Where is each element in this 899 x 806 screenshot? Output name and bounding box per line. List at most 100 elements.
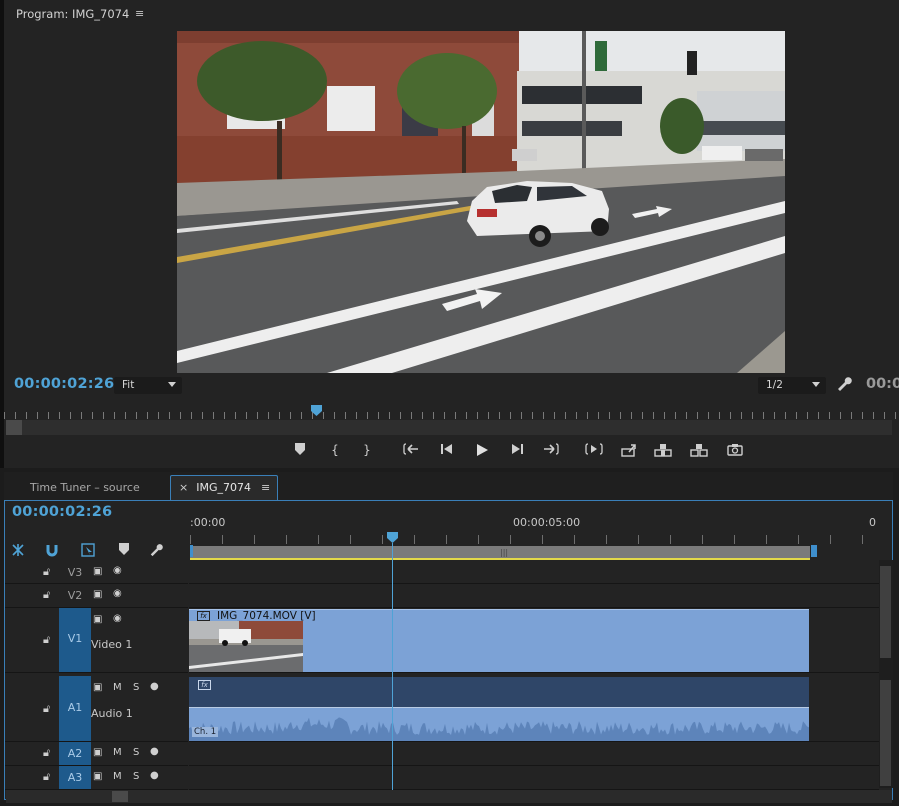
wrench-icon[interactable] — [836, 376, 852, 392]
eye-icon[interactable]: ◉ — [113, 588, 122, 599]
track-id-v2[interactable]: V2 — [59, 584, 91, 607]
close-icon[interactable]: × — [179, 481, 188, 494]
audio-channel-label: Ch. 1 — [192, 727, 219, 737]
lock-icon[interactable]: 🔓︎ — [43, 770, 50, 784]
sequence-playhead-line[interactable] — [392, 543, 393, 793]
work-area-end-handle[interactable] — [811, 545, 817, 557]
eye-icon[interactable]: ◉ — [113, 613, 122, 624]
solo-button[interactable]: S — [133, 771, 139, 782]
add-marker-button-timeline[interactable] — [116, 543, 132, 559]
track-name-v1: Video 1 — [91, 638, 133, 651]
extract-button[interactable] — [653, 440, 673, 460]
add-marker-button[interactable] — [290, 440, 310, 460]
sync-lock-icon[interactable]: ▣ — [93, 747, 102, 758]
sync-lock-icon[interactable]: ▣ — [93, 771, 102, 782]
track-id-a3[interactable]: A3 — [59, 766, 91, 789]
playback-resolution-select[interactable]: 1/2 — [758, 377, 826, 394]
program-time-ruler[interactable] — [4, 412, 896, 419]
microphone-icon[interactable]: ● — [150, 746, 159, 757]
solo-button[interactable]: S — [133, 747, 139, 758]
eye-icon[interactable]: ◉ — [113, 565, 122, 576]
go-to-in-button[interactable] — [401, 440, 421, 460]
track-lane-a2[interactable] — [189, 742, 879, 766]
timeline-horizontal-scroll-thumb[interactable] — [112, 791, 128, 802]
sequence-playhead-timecode[interactable]: 00:00:02:26 — [12, 504, 112, 520]
go-to-out-button[interactable] — [541, 440, 561, 460]
camera-icon — [727, 444, 743, 456]
tab-img-7074[interactable]: × IMG_7074 ≡ — [170, 475, 278, 501]
lock-icon[interactable]: 🔓︎ — [43, 565, 50, 579]
go-to-out-icon — [544, 443, 559, 455]
sync-lock-icon[interactable]: ▣ — [93, 614, 102, 625]
chevron-down-icon — [812, 382, 820, 387]
tab-menu-icon[interactable]: ≡ — [261, 481, 270, 494]
fx-badge[interactable]: fx — [197, 611, 210, 621]
program-zoom-scrollbar[interactable] — [6, 420, 892, 435]
program-panel-menu-icon[interactable]: ≡ — [135, 7, 144, 20]
track-header-a1: 🔓︎ A1 ▣ M S ● Audio 1 — [5, 676, 188, 742]
tab-time-tuner-source[interactable]: Time Tuner – source — [20, 475, 170, 501]
video-tracks-scroll-thumb[interactable] — [880, 566, 891, 658]
mark-in-button[interactable]: { — [325, 440, 345, 460]
video-clip-thumbnail — [189, 621, 303, 672]
track-lane-v2[interactable] — [189, 584, 879, 608]
mark-out-button[interactable]: } — [357, 440, 377, 460]
play-in-to-out-button[interactable] — [584, 440, 604, 460]
track-lane-v3[interactable] — [189, 561, 879, 584]
video-clip-img-7074[interactable]: fx IMG_7074.MOV [V] — [189, 609, 809, 672]
microphone-icon[interactable]: ● — [150, 681, 159, 692]
lift-button[interactable] — [619, 440, 639, 460]
mute-button[interactable]: M — [113, 747, 122, 758]
ruler-label-start: :00:00 — [190, 516, 226, 529]
work-area-grip[interactable]: ||| — [500, 548, 508, 557]
insert-button[interactable] — [689, 440, 709, 460]
sequence-playhead-handle[interactable] — [387, 532, 398, 543]
program-zoom-scrollbar-thumb[interactable] — [6, 420, 22, 435]
mute-button[interactable]: M — [113, 771, 122, 782]
track-lane-a3[interactable] — [189, 766, 879, 790]
program-playhead-timecode[interactable]: 00:00:02:26 — [14, 376, 114, 392]
timeline-toolbar — [10, 543, 180, 559]
track-id-a1[interactable]: A1 — [59, 676, 91, 741]
step-back-button[interactable] — [437, 440, 457, 460]
nest-sequence-toggle[interactable] — [10, 543, 26, 559]
track-row-v2: 🔓︎ V2 ▣ ◉ — [5, 584, 879, 608]
track-id-a2[interactable]: A2 — [59, 742, 91, 765]
zoom-level-select[interactable]: Fit — [114, 377, 182, 394]
sync-lock-icon[interactable]: ▣ — [93, 566, 102, 577]
fx-badge[interactable]: fx — [198, 680, 211, 690]
ruler-label-end: 0 — [869, 516, 876, 529]
microphone-icon[interactable]: ● — [150, 770, 159, 781]
audio-clip-img-7074[interactable]: fx Ch. 1 — [189, 677, 809, 741]
linked-selection-toggle[interactable] — [80, 543, 96, 559]
timeline-horizontal-scrollbar[interactable] — [6, 790, 892, 803]
export-frame-button[interactable] — [725, 440, 745, 460]
lock-icon[interactable]: 🔓︎ — [43, 588, 50, 602]
track-row-v3: 🔓︎ V3 ▣ ◉ — [5, 561, 879, 584]
lock-icon[interactable]: 🔓︎ — [43, 633, 50, 647]
chevron-down-icon — [168, 382, 176, 387]
work-area-start-handle[interactable] — [190, 545, 193, 557]
track-id-v1[interactable]: V1 — [59, 608, 91, 672]
nest-icon — [12, 544, 24, 556]
solo-button[interactable]: S — [133, 682, 139, 693]
step-forward-icon — [512, 444, 523, 454]
lock-icon[interactable]: 🔓︎ — [43, 746, 50, 760]
audio-waveform — [189, 707, 809, 741]
track-header-v3: 🔓︎ V3 ▣ ◉ — [5, 561, 188, 584]
program-playhead-handle[interactable] — [311, 405, 322, 416]
timeline-vertical-scrollbar[interactable] — [879, 560, 893, 788]
track-id-v3[interactable]: V3 — [59, 561, 91, 583]
timeline-time-ruler[interactable] — [190, 535, 880, 544]
audio-tracks-scroll-thumb[interactable] — [880, 680, 891, 786]
sync-lock-icon[interactable]: ▣ — [93, 682, 102, 693]
lock-icon[interactable]: 🔓︎ — [43, 702, 50, 716]
timeline-settings-button[interactable] — [148, 543, 164, 559]
mute-button[interactable]: M — [113, 682, 122, 693]
marker-icon — [295, 443, 305, 455]
play-button[interactable] — [472, 440, 492, 460]
audio-volume-line[interactable] — [189, 707, 809, 708]
sync-lock-icon[interactable]: ▣ — [93, 589, 102, 600]
step-forward-button[interactable] — [507, 440, 527, 460]
snap-toggle[interactable] — [44, 543, 60, 559]
